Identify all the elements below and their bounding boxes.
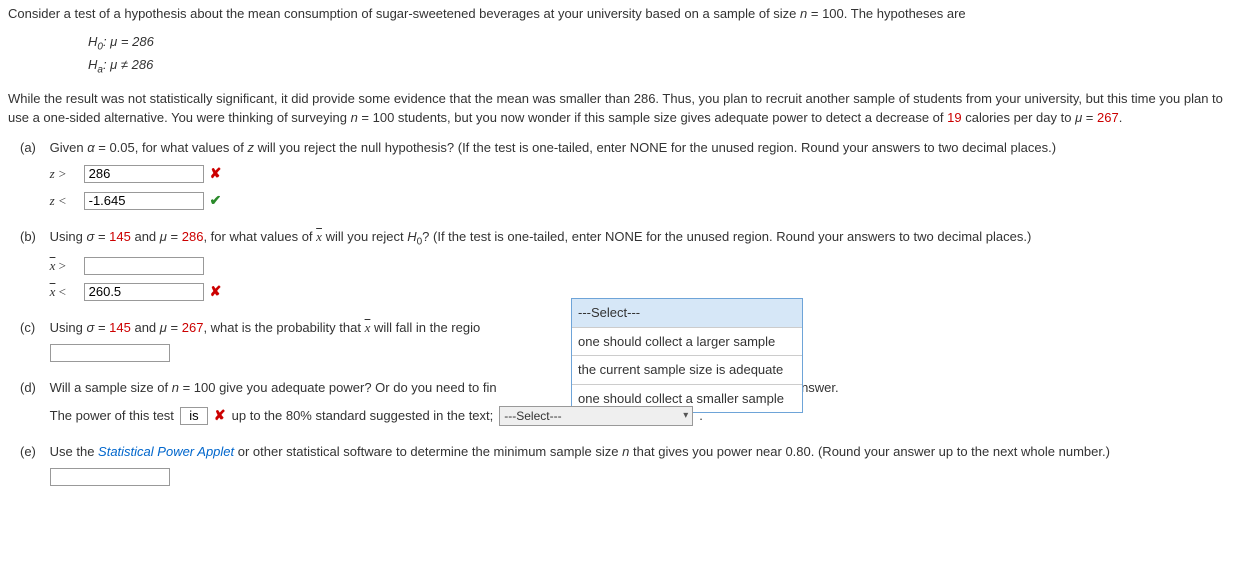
incorrect-icon: ✘ [210,281,222,302]
a-row-gt: z > ✘ [50,163,1230,184]
hypotheses-block: H0: μ = 286 Ha: μ ≠ 286 [88,32,1247,79]
a-text-2: = 0.05, for what values of [95,140,248,155]
dropdown-option-placeholder[interactable]: ---Select--- [572,299,802,327]
b-gt-op: > [55,258,66,273]
b-lt-input[interactable] [84,283,204,301]
part-a: (a) Given α = 0.05, for what values of z… [20,138,1247,212]
intro-text: Consider a test of a hypothesis about th… [8,6,800,21]
e-row-input [50,468,1230,486]
part-e: (e) Use the Statistical Power Applet or … [20,442,1247,486]
dropdown-option-adequate[interactable]: the current sample size is adequate [572,355,802,384]
d-n: n [172,380,179,395]
e-text-2: or other statistical software to determi… [234,444,622,459]
part-e-label: (e) [20,442,46,462]
dropdown-option-larger[interactable]: one should collect a larger sample [572,327,802,356]
b-and: and [131,229,160,244]
intro-paragraph: Consider a test of a hypothesis about th… [8,4,1247,24]
mu-value: 267 [1097,110,1119,125]
b-gt-input[interactable] [84,257,204,275]
e-text-1: Use the [50,444,98,459]
intro-n-val: = 100. The hypotheses are [807,6,965,21]
d-row-power: The power of this test ✘ up to the 80% s… [50,405,1230,426]
d-is-input[interactable] [180,407,208,425]
b-sigma: σ [86,229,94,244]
incorrect-icon: ✘ [210,163,222,184]
b-row-gt: x > [50,256,1230,276]
b-lt-op: < [55,284,66,299]
correct-icon: ✔ [210,190,222,211]
ctx-n: n [351,110,358,125]
ha-rhs: : μ ≠ 286 [103,57,153,72]
c-sigma: σ [86,320,94,335]
h0-line: H0: μ = 286 [88,32,1247,56]
d-select[interactable]: ---Select--- [499,406,693,426]
part-a-label: (a) [20,138,46,158]
decrease-value: 19 [947,110,961,125]
d-text-2: = 100 give you adequate power? Or do you… [179,380,497,395]
e-text-3: that gives you power near 0.80. (Round y… [629,444,1110,459]
a-row-lt: z < ✔ [50,190,1230,211]
d-select-label: ---Select--- [504,409,561,423]
b-text-4: ? (If the test is one-tailed, enter NONE… [422,229,1031,244]
a-lt-input[interactable] [84,192,204,210]
incorrect-icon: ✘ [214,405,226,426]
e-input[interactable] [50,468,170,486]
ctx-mu: μ [1075,110,1082,125]
ctx-b: = 100 students, but you now wonder if th… [358,110,947,125]
a-gt-label: z > [50,164,78,184]
c-and: and [131,320,160,335]
power-applet-link[interactable]: Statistical Power Applet [98,444,234,459]
a-text-1: Given [50,140,88,155]
d-line2-b: up to the 80% standard suggested in the … [232,406,494,426]
d-text-1: Will a sample size of [50,380,172,395]
context-paragraph: While the result was not statistically s… [8,89,1247,128]
a-alpha: α [87,140,94,155]
part-c-label: (c) [20,318,46,338]
b-h0: H [407,229,416,244]
c-sigma-val: 145 [109,320,131,335]
c-text-1: Using [50,320,87,335]
b-mu: μ [160,229,167,244]
a-gt-input[interactable] [84,165,204,183]
h0-H: H [88,34,97,49]
b-text-2: , for what values of [203,229,316,244]
part-c: (c) Using σ = 145 and μ = 267, what is t… [20,318,1247,362]
c-text-2: , what is the probability that [203,320,364,335]
part-b: (b) Using σ = 145 and μ = 286, for what … [20,227,1247,302]
ctx-period: . [1119,110,1123,125]
a-lt-label: z < [50,191,78,211]
c-mu: μ [160,320,167,335]
d-line2-a: The power of this test [50,406,174,426]
ha-H: H [88,57,97,72]
ctx-c: calories per day to [962,110,1075,125]
b-mu-val: 286 [182,229,204,244]
ha-line: Ha: μ ≠ 286 [88,55,1247,79]
dropdown-list[interactable]: ---Select--- one should collect a larger… [571,298,803,413]
b-sigma-val: 145 [109,229,131,244]
b-text-1: Using [50,229,87,244]
c-mu-val: 267 [182,320,204,335]
b-text-3: will you reject [322,229,407,244]
a-text-3: will you reject the null hypothesis? (If… [254,140,1056,155]
part-b-label: (b) [20,227,46,247]
c-input[interactable] [50,344,170,362]
c-text-3: will fall in the regio [370,320,480,335]
h0-rhs: : μ = 286 [103,34,154,49]
part-d-label: (d) [20,378,46,398]
